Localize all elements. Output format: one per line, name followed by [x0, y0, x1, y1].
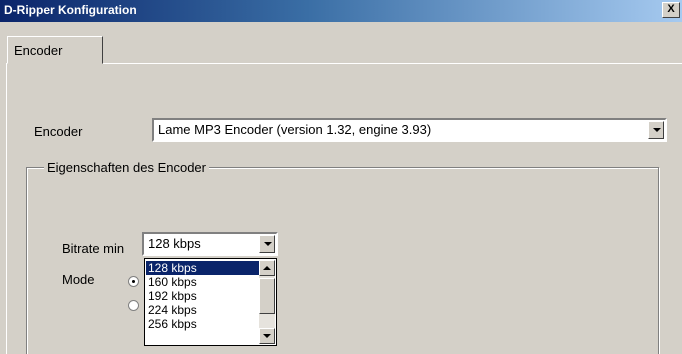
mode-radio-2[interactable]	[128, 300, 139, 311]
bitrate-min-select[interactable]: 128 kbps	[142, 232, 278, 256]
window-title: D-Ripper Konfiguration	[4, 3, 137, 17]
bitrate-option[interactable]: 192 kbps	[146, 289, 260, 303]
bitrate-option[interactable]: 128 kbps	[146, 261, 260, 275]
bitrate-option[interactable]: 256 kbps	[146, 317, 260, 331]
bitrate-dropdown-list[interactable]: 128 kbps 160 kbps 192 kbps 224 kbps 256 …	[144, 258, 277, 346]
bitrate-option[interactable]: 160 kbps	[146, 275, 260, 289]
group-title: Eigenschaften des Encoder	[44, 160, 209, 175]
encoder-select-value: Lame MP3 Encoder (version 1.32, engine 3…	[158, 122, 432, 137]
bitrate-dropdown-button[interactable]	[259, 235, 275, 253]
config-dialog: D-Ripper Konfiguration X Encoder Encoder…	[0, 0, 682, 354]
title-bar[interactable]: D-Ripper Konfiguration X	[0, 0, 682, 22]
encoder-select[interactable]: Lame MP3 Encoder (version 1.32, engine 3…	[152, 118, 667, 142]
scroll-down-button[interactable]	[259, 328, 275, 344]
bitrate-min-select-value: 128 kbps	[148, 236, 201, 251]
mode-label: Mode	[62, 272, 95, 287]
tab-encoder[interactable]: Encoder	[7, 36, 103, 64]
scroll-thumb[interactable]	[259, 278, 275, 314]
encoder-label: Encoder	[34, 124, 83, 139]
bitrate-option[interactable]: 224 kbps	[146, 303, 260, 317]
bitrate-min-label: Bitrate min	[62, 241, 125, 256]
mode-radio-1[interactable]	[128, 276, 139, 287]
close-button[interactable]: X	[662, 2, 680, 18]
scroll-up-button[interactable]	[259, 260, 275, 276]
dropdown-scrollbar[interactable]	[259, 260, 275, 344]
encoder-properties-group	[26, 167, 659, 354]
tab-encoder-label: Encoder	[14, 43, 63, 58]
encoder-dropdown-button[interactable]	[648, 121, 664, 139]
